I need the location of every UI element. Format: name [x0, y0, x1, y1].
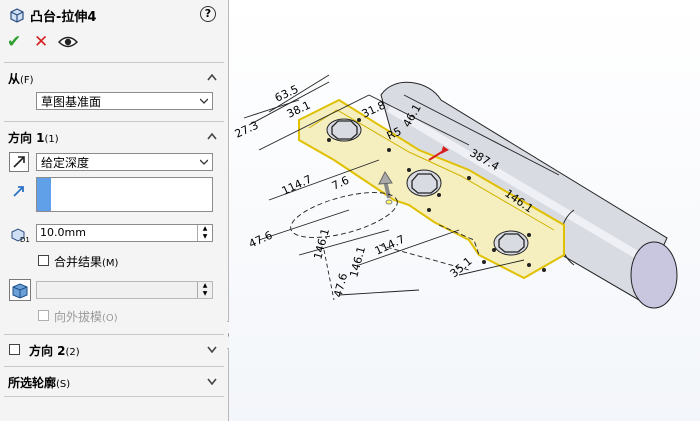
direction1-section-header[interactable]: 方向 1(1): [8, 129, 59, 146]
ok-button[interactable]: ✔: [7, 32, 21, 52]
direction2-section-header[interactable]: 方向 2(2): [29, 342, 80, 359]
selected-contours-section-header[interactable]: 所选轮廓(S): [8, 374, 70, 391]
reverse-direction-button[interactable]: [9, 152, 29, 172]
extrude-boss-icon: [10, 8, 24, 23]
chevron-down-icon[interactable]: [207, 376, 217, 386]
chevron-up-icon[interactable]: [207, 72, 217, 82]
separator: [4, 366, 224, 367]
dim-label: 31.8: [360, 99, 388, 121]
merge-result-label: 合并结果(M): [54, 255, 119, 269]
draft-outward-label: 向外拔模(O): [54, 310, 118, 324]
model-view[interactable]: 63.5 38.1 27.3 31.8 R5 46.1 387.4 114.7 …: [229, 0, 700, 421]
chevron-down-icon: [200, 98, 208, 104]
draft-icon: [12, 283, 28, 299]
separator: [4, 396, 224, 397]
graphics-viewport[interactable]: 63.5 38.1 27.3 31.8 R5 46.1 387.4 114.7 …: [229, 0, 700, 421]
direction-vector-icon: [13, 186, 24, 197]
dim-label: 146.1: [311, 227, 332, 261]
help-button[interactable]: ?: [200, 6, 216, 22]
dim-label: 114.7: [280, 173, 314, 198]
draft-toggle-button[interactable]: [9, 279, 31, 301]
draft-angle-spinner[interactable]: ▲ ▼: [197, 282, 212, 298]
dim-label: 47.6: [247, 229, 275, 251]
chevron-up-icon[interactable]: [207, 131, 217, 141]
dim-label: 35.1: [448, 255, 475, 281]
dim-label: 27.3: [233, 119, 261, 141]
cancel-button[interactable]: ✕: [34, 32, 48, 52]
from-section-header[interactable]: 从(F): [8, 70, 34, 87]
reverse-direction-icon: [13, 156, 25, 168]
svg-text:D1: D1: [20, 236, 30, 244]
end-condition-select[interactable]: 给定深度: [36, 153, 213, 171]
preview-eye-button[interactable]: [58, 35, 78, 49]
draft-outward-checkbox[interactable]: [38, 310, 49, 321]
from-select[interactable]: 草图基准面: [36, 92, 213, 110]
separator: [4, 62, 224, 63]
dim-label: 146.1: [347, 245, 368, 279]
depth-dimension-icon: D1: [11, 228, 30, 244]
active-selection-indicator: [37, 178, 51, 211]
direction-reference-list[interactable]: [36, 177, 213, 212]
separator: [4, 121, 224, 122]
draft-angle-input[interactable]: ▲ ▼: [36, 281, 213, 299]
depth-spinner[interactable]: ▲ ▼: [197, 225, 212, 241]
direction2-checkbox[interactable]: [9, 344, 20, 355]
depth-input[interactable]: 10.0mm ▲ ▼: [36, 224, 213, 242]
chevron-down-icon[interactable]: [207, 344, 217, 354]
chevron-down-icon: [200, 159, 208, 165]
merge-result-checkbox[interactable]: [38, 255, 49, 266]
feature-title: 凸台-拉伸4: [30, 10, 97, 25]
property-manager-panel: 凸台-拉伸4 ? ✔ ✕ 从(F) 草图基准面 方向 1(1) 给定深度 D1 …: [0, 0, 229, 421]
separator: [4, 334, 224, 335]
